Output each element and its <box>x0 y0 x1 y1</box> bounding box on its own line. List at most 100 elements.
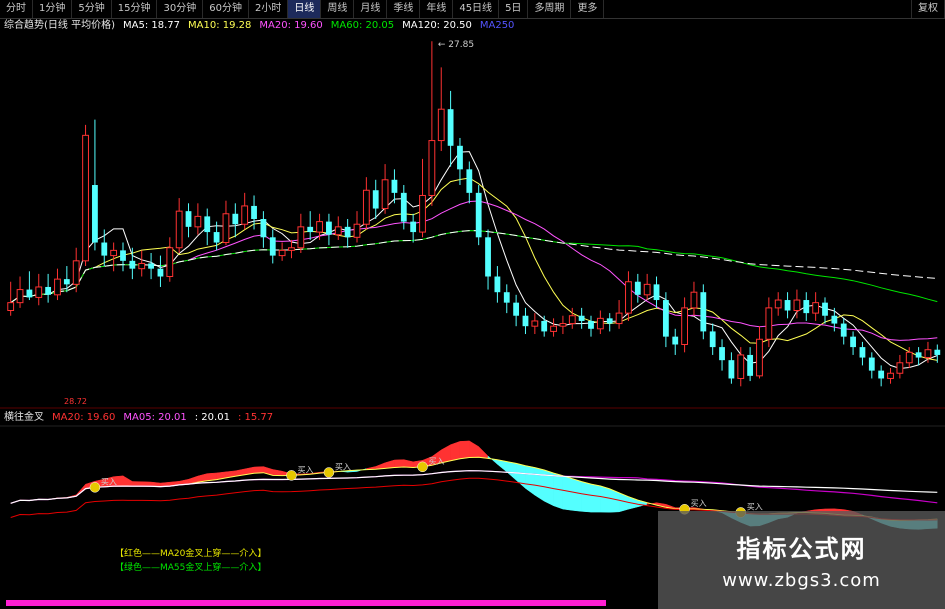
candle-body <box>213 232 220 243</box>
candle-body <box>831 315 838 324</box>
candle-body <box>850 336 856 348</box>
candle-body <box>120 250 126 261</box>
cross-label: 买入 <box>297 465 313 474</box>
tab-7[interactable]: 日线 <box>288 0 322 18</box>
candle-body <box>588 320 594 329</box>
candle-body <box>568 315 576 325</box>
indicator-band <box>394 459 405 468</box>
candle-body <box>625 281 632 314</box>
indicator-band <box>459 440 470 460</box>
candle-body <box>765 307 773 340</box>
indicator-band <box>581 481 592 513</box>
indicator-band <box>272 469 283 476</box>
tab-4[interactable]: 30分钟 <box>157 0 204 18</box>
cross-marker <box>417 461 428 473</box>
tab-adjust[interactable]: 复权 <box>911 0 945 18</box>
candle-body <box>372 190 379 209</box>
candle-body <box>326 221 332 235</box>
ma20-line <box>10 200 938 341</box>
candle-body <box>681 307 689 345</box>
candle-body <box>63 279 70 285</box>
watermark-title: 指标公式网 <box>736 535 867 563</box>
tab-2[interactable]: 5分钟 <box>72 0 112 18</box>
tab-8[interactable]: 周线 <box>321 0 355 18</box>
candle-body <box>774 299 782 309</box>
candle-body <box>513 302 520 316</box>
bottom-strip <box>6 600 606 606</box>
candle-body <box>531 320 539 327</box>
indicator-band <box>572 478 582 512</box>
candle-body <box>559 323 567 327</box>
candle-body <box>194 215 202 228</box>
candle-body <box>475 192 482 238</box>
tab-5[interactable]: 60分钟 <box>203 0 249 18</box>
indicator-band <box>403 459 414 468</box>
candle-body <box>596 317 604 330</box>
watermark: 指标公式网 www.zbgs3.com <box>658 511 945 609</box>
ma5-line <box>10 151 938 370</box>
tab-0[interactable]: 分时 <box>0 0 33 18</box>
candle-body <box>232 213 239 225</box>
tab-14[interactable]: 多周期 <box>528 0 572 18</box>
tab-12[interactable]: 45日线 <box>453 0 500 18</box>
tab-15[interactable]: 更多 <box>571 0 605 18</box>
candle-body <box>92 185 98 243</box>
candle-body <box>905 351 913 364</box>
tab-9[interactable]: 月线 <box>354 0 388 18</box>
candle-body <box>653 284 660 301</box>
tab-10[interactable]: 季线 <box>387 0 421 18</box>
candle-body <box>138 262 146 270</box>
indicator-band <box>487 455 498 465</box>
candle-body <box>260 219 267 238</box>
candle-body <box>756 338 763 377</box>
indicator-band <box>534 467 545 502</box>
candle-body <box>26 289 33 298</box>
candle-body <box>278 249 286 257</box>
candle-body <box>391 179 398 193</box>
indicator-title[interactable]: 综合趋势(日线 平均价格) <box>4 18 115 34</box>
cross-marker <box>323 467 335 478</box>
candle-body <box>101 242 108 256</box>
candle-body <box>709 331 716 348</box>
candle-body <box>307 226 314 233</box>
candle-body <box>7 302 15 311</box>
ma10-line <box>10 177 938 361</box>
sub-val4-readout: : 15.77 <box>237 412 274 423</box>
tab-6[interactable]: 2小时 <box>249 0 289 18</box>
cross-marker <box>286 470 297 481</box>
candle-body <box>672 336 679 345</box>
tab-11[interactable]: 年线 <box>420 0 454 18</box>
indicator-band <box>450 441 461 462</box>
sub-ma120-line <box>10 470 938 504</box>
candle-body <box>822 302 828 316</box>
candle-body <box>868 357 875 371</box>
candle-body <box>896 362 904 374</box>
ma60-readout: MA60: 20.05 <box>330 20 395 31</box>
candle-body <box>887 372 894 379</box>
candle-body <box>719 347 725 361</box>
candle-body <box>878 370 885 379</box>
note-green: 【绿色——MA55金叉上穿——介入】 <box>115 563 267 573</box>
period-tab-bar: 分时 1分钟 5分钟 15分钟 30分钟 60分钟 2小时 日线 周线 月线 季线 年线 45日线 5日多… <box>0 0 945 19</box>
marker-tag: 28.72 <box>64 397 87 406</box>
indicator-band <box>506 461 517 481</box>
candle-body <box>437 108 445 142</box>
candle-body <box>157 268 164 277</box>
tab-3[interactable]: 15分钟 <box>112 0 158 18</box>
cross-label: 买入 <box>691 499 707 508</box>
candle-body <box>466 169 473 193</box>
candle-body <box>269 237 276 256</box>
tab-1[interactable]: 1分钟 <box>33 0 73 18</box>
candle-body <box>288 247 295 251</box>
tab-13[interactable]: 5日 <box>499 0 529 18</box>
candle-body <box>643 283 651 296</box>
cross-label: 买入 <box>101 477 117 486</box>
candle-body <box>362 189 370 225</box>
stock-chart-window: ← 27.85 28.72 买入 买入 买入 买入 买入 买入 分时 1分钟 5分钟 15分钟 30分… <box>0 0 945 609</box>
candle-body <box>185 211 192 227</box>
ma120-readout: MA120: 20.50 <box>402 20 472 31</box>
candle-body <box>110 249 118 257</box>
sub-indicator-title[interactable]: 横往金叉 <box>4 410 44 426</box>
candle-body <box>35 286 43 298</box>
candle-body <box>485 237 491 277</box>
